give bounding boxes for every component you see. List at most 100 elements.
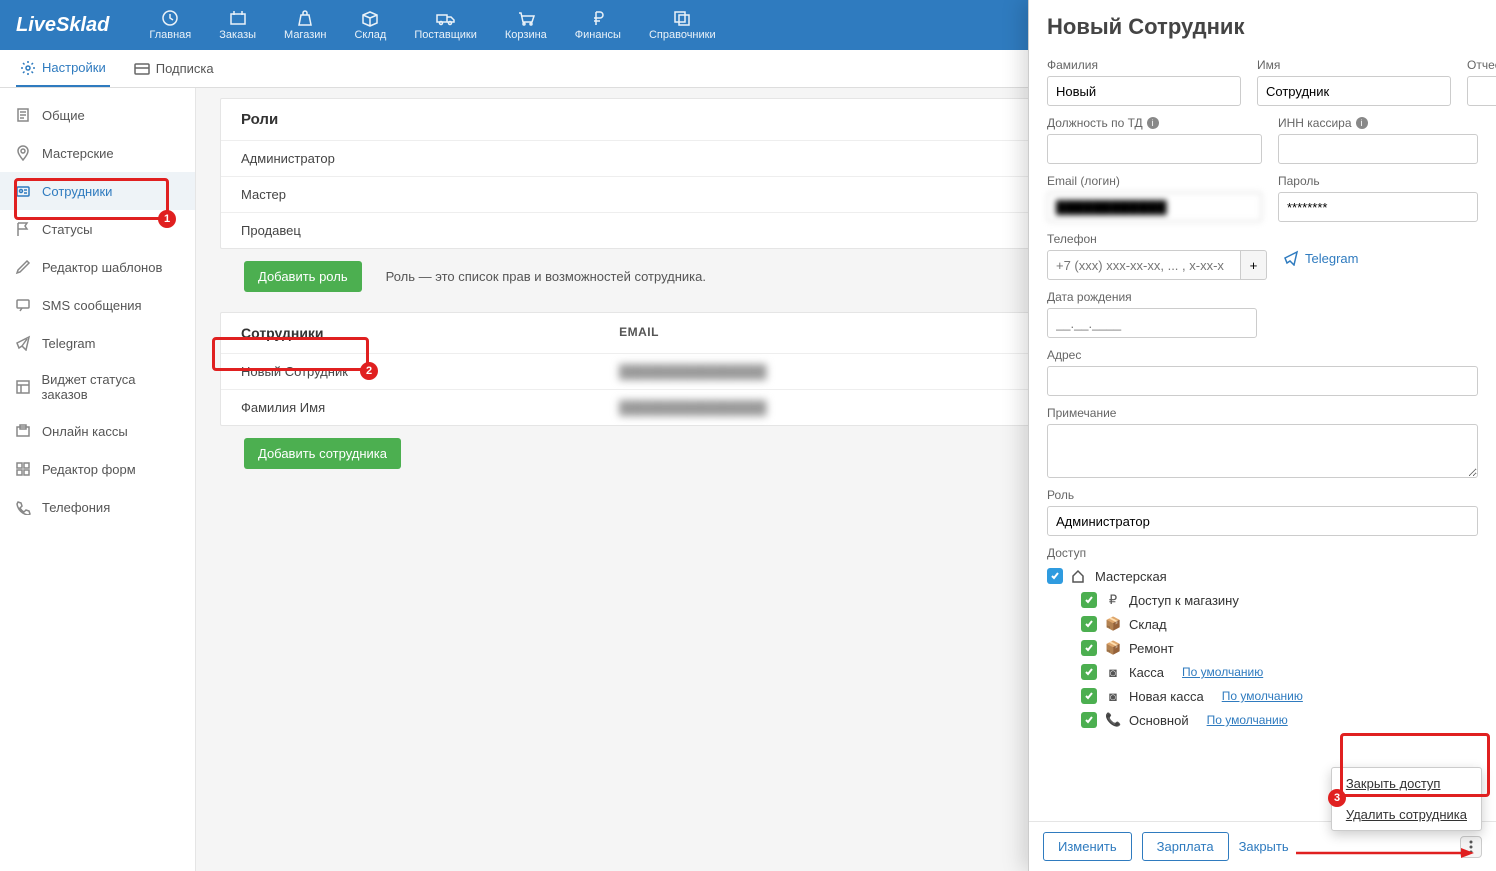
sidebar-item-label: Мастерские [42, 146, 114, 161]
orders-icon [227, 9, 249, 27]
close-button[interactable]: Закрыть [1239, 839, 1289, 854]
lbl-inn: ИНН кассираi [1278, 116, 1478, 130]
arrow-annotation [1296, 843, 1476, 863]
home-icon [1071, 569, 1087, 583]
access-item[interactable]: 📞 Основной По умолчанию [1081, 708, 1478, 732]
drawer-title: Новый Сотрудник [1029, 0, 1496, 54]
send-icon [14, 334, 32, 352]
input-phone[interactable] [1047, 250, 1241, 280]
lbl-email: Email (логин) [1047, 174, 1262, 188]
input-dob[interactable] [1047, 308, 1257, 338]
telegram-link[interactable]: Telegram [1283, 250, 1478, 266]
nav-cart[interactable]: Корзина [505, 9, 547, 41]
checkbox-icon[interactable] [1081, 640, 1097, 656]
sidebar-item-formeditor[interactable]: Редактор форм [0, 450, 195, 488]
sidebar-item-label: Виджет статуса заказов [41, 372, 181, 402]
add-role-button[interactable]: Добавить роль [244, 261, 362, 292]
access-type-icon: ₽ [1105, 592, 1121, 608]
access-type-icon: 📦 [1105, 616, 1121, 632]
access-item-label: Доступ к магазину [1129, 593, 1239, 608]
input-email[interactable] [1047, 192, 1262, 222]
access-root[interactable]: Мастерская [1047, 564, 1478, 588]
sidebar-item-label: Онлайн кассы [42, 424, 128, 439]
sidebar-item-widget[interactable]: Виджет статуса заказов [0, 362, 195, 412]
card-icon [134, 62, 150, 76]
sidebar-item-cashbox[interactable]: Онлайн кассы [0, 412, 195, 450]
edit-button[interactable]: Изменить [1043, 832, 1132, 861]
annotation-badge-1: 1 [158, 210, 176, 228]
access-type-icon: 📞 [1105, 712, 1121, 728]
nav-suppliers[interactable]: Поставщики [414, 9, 477, 41]
input-address[interactable] [1047, 366, 1478, 396]
access-item[interactable]: ◙ Новая касса По умолчанию [1081, 684, 1478, 708]
grid-icon [14, 460, 32, 478]
access-item[interactable]: 📦 Ремонт [1081, 636, 1478, 660]
sidebar-item-employees[interactable]: Сотрудники [0, 172, 195, 210]
nav-finance-label: Финансы [575, 29, 621, 41]
checkbox-icon[interactable] [1047, 568, 1063, 584]
lbl-dob: Дата рождения [1047, 290, 1257, 304]
sidebar-item-label: SMS сообщения [42, 298, 142, 313]
nav-refs[interactable]: Справочники [649, 9, 716, 41]
employees-title: Сотрудники [241, 325, 619, 341]
annotation-badge-2: 2 [360, 362, 378, 380]
checkbox-icon[interactable] [1081, 688, 1097, 704]
access-item-label: Ремонт [1129, 641, 1174, 656]
chat-icon [14, 296, 32, 314]
nav-home[interactable]: Главная [149, 9, 191, 41]
input-firstname[interactable] [1257, 76, 1451, 106]
nav-shop-label: Магазин [284, 29, 326, 41]
tab-subscription-label: Подписка [156, 61, 214, 76]
add-phone-button[interactable]: + [1241, 250, 1267, 280]
pin-icon [14, 144, 32, 162]
sidebar-item-label: Статусы [42, 222, 92, 237]
checkbox-icon[interactable] [1081, 664, 1097, 680]
nav-suppliers-label: Поставщики [414, 29, 477, 41]
nav-shop[interactable]: Магазин [284, 9, 326, 41]
default-link[interactable]: По умолчанию [1222, 689, 1303, 703]
context-menu: Закрыть доступ Удалить сотрудника [1331, 767, 1482, 831]
tab-settings[interactable]: Настройки [16, 51, 110, 87]
sidebar-item-label: Telegram [42, 336, 95, 351]
sidebar-item-workshops[interactable]: Мастерские [0, 134, 195, 172]
lbl-phone: Телефон [1047, 232, 1267, 246]
widget-icon [14, 378, 31, 396]
sidebar-item-templates[interactable]: Редактор шаблонов [0, 248, 195, 286]
access-item-label: Склад [1129, 617, 1167, 632]
input-lastname[interactable] [1047, 76, 1241, 106]
stack-icon [671, 9, 693, 27]
checkbox-icon[interactable] [1081, 592, 1097, 608]
input-position[interactable] [1047, 134, 1262, 164]
nav-orders[interactable]: Заказы [219, 9, 256, 41]
sidebar-item-label: Редактор форм [42, 462, 136, 477]
sidebar-item-label: Телефония [42, 500, 110, 515]
access-item[interactable]: 📦 Склад [1081, 612, 1478, 636]
default-link[interactable]: По умолчанию [1182, 665, 1263, 679]
sidebar-item-telegram[interactable]: Telegram [0, 324, 195, 362]
access-item-label: Основной [1129, 713, 1189, 728]
access-item[interactable]: ₽ Доступ к магазину [1081, 588, 1478, 612]
checkbox-icon[interactable] [1081, 616, 1097, 632]
nav-warehouse[interactable]: Склад [354, 9, 386, 41]
menu-close-access[interactable]: Закрыть доступ [1332, 768, 1481, 799]
input-inn[interactable] [1278, 134, 1478, 164]
access-item[interactable]: ◙ Касса По умолчанию [1081, 660, 1478, 684]
input-role[interactable] [1047, 506, 1478, 536]
default-link[interactable]: По умолчанию [1207, 713, 1288, 727]
input-password[interactable] [1278, 192, 1478, 222]
sidebar-item-telephony[interactable]: Телефония [0, 488, 195, 526]
sidebar-item-general[interactable]: Общие [0, 96, 195, 134]
checkbox-icon[interactable] [1081, 712, 1097, 728]
salary-button[interactable]: Зарплата [1142, 832, 1229, 861]
sidebar-item-sms[interactable]: SMS сообщения [0, 286, 195, 324]
add-employee-button[interactable]: Добавить сотрудника [244, 438, 401, 469]
tab-settings-label: Настройки [42, 60, 106, 75]
shop-icon [294, 9, 316, 27]
input-patronymic[interactable] [1467, 76, 1496, 106]
nav-finance[interactable]: Финансы [575, 9, 621, 41]
menu-delete-employee[interactable]: Удалить сотрудника [1332, 799, 1481, 830]
employee-name: Фамилия Имя [241, 400, 619, 415]
access-root-label: Мастерская [1095, 569, 1167, 584]
tab-subscription[interactable]: Подписка [130, 52, 218, 85]
input-note[interactable] [1047, 424, 1478, 478]
